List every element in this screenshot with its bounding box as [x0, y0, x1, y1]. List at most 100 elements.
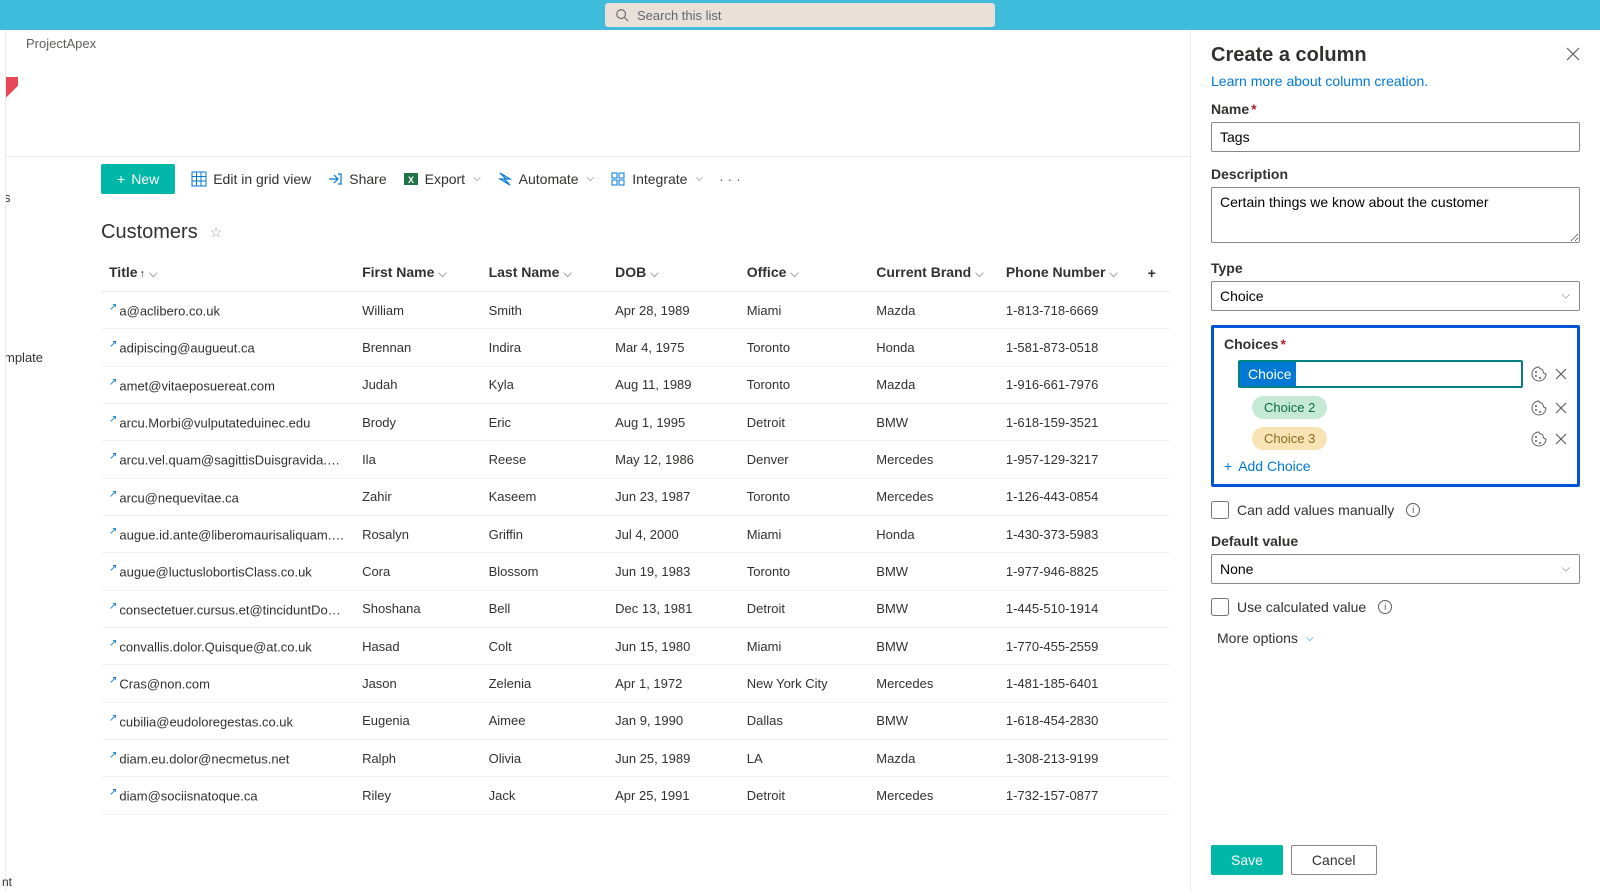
- cell-brand: BMW: [868, 553, 998, 590]
- save-button[interactable]: Save: [1211, 845, 1283, 875]
- table-row[interactable]: ↗arcu.Morbi@vulputateduinec.eduBrodyEric…: [101, 403, 1170, 440]
- info-icon[interactable]: i: [1406, 503, 1420, 517]
- column-header-phone[interactable]: Phone Number⌵: [998, 254, 1140, 292]
- column-header-office[interactable]: Office⌵: [739, 254, 869, 292]
- cell-title[interactable]: ↗diam@sociisnatoque.ca: [101, 777, 354, 814]
- type-label: Type: [1211, 260, 1580, 276]
- cell-phone: 1-481-185-6401: [998, 665, 1140, 702]
- learn-more-link[interactable]: Learn more about column creation.: [1191, 73, 1600, 101]
- more-options-toggle[interactable]: More options ⌵: [1217, 630, 1580, 646]
- cell-title[interactable]: ↗arcu.Morbi@vulputateduinec.edu: [101, 403, 354, 440]
- choice-3-pill[interactable]: Choice 3: [1252, 427, 1327, 450]
- integrate-icon: [610, 171, 626, 187]
- remove-choice-button[interactable]: [1555, 368, 1567, 380]
- cell-title[interactable]: ↗cubilia@eudoloregestas.co.uk: [101, 702, 354, 739]
- add-column-button[interactable]: +: [1140, 254, 1170, 292]
- description-input[interactable]: Certain things we know about the custome…: [1211, 187, 1580, 243]
- column-header-title[interactable]: Title↑⌵: [101, 254, 354, 292]
- cell-dob: Jul 4, 2000: [607, 515, 739, 552]
- cell-title[interactable]: ↗arcu@nequevitae.ca: [101, 478, 354, 515]
- default-value-select[interactable]: [1211, 554, 1580, 584]
- table-row[interactable]: ↗amet@vitaeposuereat.comJudahKylaAug 11,…: [101, 366, 1170, 403]
- cell-title[interactable]: ↗amet@vitaeposuereat.com: [101, 366, 354, 403]
- table-row[interactable]: ↗cubilia@eudoloregestas.co.ukEugeniaAime…: [101, 702, 1170, 739]
- cell-office: Toronto: [739, 553, 869, 590]
- cell-title[interactable]: ↗arcu.vel.quam@sagittisDuisgravida.com: [101, 441, 354, 478]
- open-item-icon: ↗: [109, 750, 117, 761]
- column-header-first-name[interactable]: First Name⌵: [354, 254, 481, 292]
- cell-title[interactable]: ↗consectetuer.cursus.et@tinciduntDonec.c…: [101, 590, 354, 627]
- cell-brand: BMW: [868, 590, 998, 627]
- cell-dob: Jun 23, 1987: [607, 478, 739, 515]
- cell-title[interactable]: ↗adipiscing@augueut.ca: [101, 329, 354, 366]
- choice-2-pill[interactable]: Choice 2: [1252, 396, 1327, 419]
- color-palette-icon[interactable]: [1531, 431, 1547, 447]
- open-item-icon: ↗: [109, 787, 117, 798]
- table-row[interactable]: ↗augue.id.ante@liberomaurisaliquam.co.uk…: [101, 515, 1170, 552]
- export-button[interactable]: X Export ⌵: [403, 171, 481, 187]
- share-button[interactable]: Share: [327, 171, 386, 187]
- automate-button[interactable]: Automate ⌵: [497, 171, 595, 187]
- cell-first-name: Riley: [354, 777, 481, 814]
- cell-title[interactable]: ↗augue.id.ante@liberomaurisaliquam.co.uk: [101, 515, 354, 552]
- open-item-icon: ↗: [109, 489, 117, 500]
- cell-dob: Apr 25, 1991: [607, 777, 739, 814]
- cell-title[interactable]: ↗diam.eu.dolor@necmetus.net: [101, 739, 354, 776]
- cancel-button[interactable]: Cancel: [1291, 845, 1377, 875]
- cell-last-name: Smith: [481, 292, 608, 329]
- column-header-last-name[interactable]: Last Name⌵: [481, 254, 608, 292]
- cell-dob: Jun 25, 1989: [607, 739, 739, 776]
- cell-last-name: Olivia: [481, 739, 608, 776]
- cell-phone: 1-732-157-0877: [998, 777, 1140, 814]
- chevron-down-icon: ⌵: [563, 268, 571, 280]
- table-row[interactable]: ↗Cras@non.comJasonZeleniaApr 1, 1972New …: [101, 665, 1170, 702]
- open-item-icon: ↗: [109, 675, 117, 686]
- edit-grid-view-button[interactable]: Edit in grid view: [191, 171, 311, 187]
- column-name-input[interactable]: [1211, 122, 1580, 152]
- chevron-down-icon: ⌵: [1109, 268, 1117, 280]
- table-row[interactable]: ↗convallis.dolor.Quisque@at.co.ukHasadCo…: [101, 627, 1170, 664]
- column-header-dob[interactable]: DOB⌵: [607, 254, 739, 292]
- choice-row-2: ⠿ Choice 2: [1218, 396, 1567, 419]
- cell-title[interactable]: ↗augue@luctuslobortisClass.co.uk: [101, 553, 354, 590]
- column-header-current-brand[interactable]: Current Brand⌵: [868, 254, 998, 292]
- color-palette-icon[interactable]: [1531, 366, 1547, 382]
- table-row[interactable]: ↗a@aclibero.co.ukWilliamSmithApr 28, 198…: [101, 292, 1170, 329]
- table-row[interactable]: ↗consectetuer.cursus.et@tinciduntDonec.c…: [101, 590, 1170, 627]
- cell-title[interactable]: ↗a@aclibero.co.uk: [101, 292, 354, 329]
- cell-first-name: Shoshana: [354, 590, 481, 627]
- table-row[interactable]: ↗diam.eu.dolor@necmetus.netRalphOliviaJu…: [101, 739, 1170, 776]
- open-item-icon: ↗: [109, 414, 117, 425]
- table-row[interactable]: ↗diam@sociisnatoque.caRileyJackApr 25, 1…: [101, 777, 1170, 814]
- remove-choice-button[interactable]: [1555, 433, 1567, 445]
- add-choice-button[interactable]: + Add Choice: [1218, 458, 1567, 474]
- search-input[interactable]: Search this list: [605, 3, 995, 27]
- table-row[interactable]: ↗augue@luctuslobortisClass.co.ukCoraBlos…: [101, 553, 1170, 590]
- breadcrumb[interactable]: ProjectApex: [6, 30, 1190, 57]
- cell-office: Detroit: [739, 403, 869, 440]
- search-placeholder: Search this list: [637, 8, 722, 23]
- can-add-values-checkbox[interactable]: [1211, 501, 1229, 519]
- use-calculated-checkbox[interactable]: [1211, 598, 1229, 616]
- favorite-star-icon[interactable]: ☆: [210, 224, 223, 241]
- close-icon: [1566, 47, 1580, 61]
- table-row[interactable]: ↗arcu@nequevitae.caZahirKaseemJun 23, 19…: [101, 478, 1170, 515]
- cell-first-name: Hasad: [354, 627, 481, 664]
- data-table: Title↑⌵ First Name⌵ Last Name⌵ DOB⌵ Offi…: [101, 254, 1170, 815]
- cell-brand: Mazda: [868, 292, 998, 329]
- choice-1-input[interactable]: [1238, 360, 1523, 388]
- cell-office: Toronto: [739, 366, 869, 403]
- remove-choice-button[interactable]: [1555, 402, 1567, 414]
- color-palette-icon[interactable]: [1531, 400, 1547, 416]
- info-icon[interactable]: i: [1378, 600, 1392, 614]
- close-panel-button[interactable]: [1566, 47, 1580, 64]
- cell-title[interactable]: ↗convallis.dolor.Quisque@at.co.uk: [101, 627, 354, 664]
- cell-title[interactable]: ↗Cras@non.com: [101, 665, 354, 702]
- more-commands-button[interactable]: · · ·: [719, 171, 741, 187]
- table-row[interactable]: ↗adipiscing@augueut.caBrennanIndiraMar 4…: [101, 329, 1170, 366]
- type-select[interactable]: [1211, 281, 1580, 311]
- integrate-button[interactable]: Integrate ⌵: [610, 171, 703, 187]
- table-row[interactable]: ↗arcu.vel.quam@sagittisDuisgravida.comIl…: [101, 441, 1170, 478]
- new-button[interactable]: + New: [101, 164, 175, 194]
- edit-grid-label: Edit in grid view: [213, 171, 311, 187]
